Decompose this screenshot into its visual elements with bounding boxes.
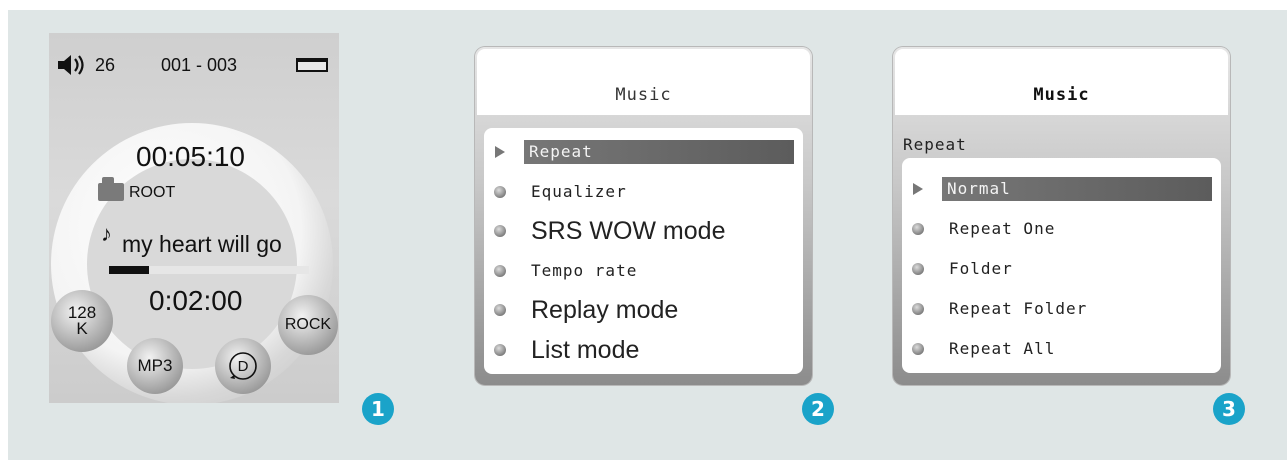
menu-title: Music [615, 85, 672, 105]
submenu-title: Music [1033, 85, 1090, 105]
repeat-option-item[interactable]: Folder [912, 257, 1212, 281]
selected-arrow-icon [495, 146, 505, 158]
now-playing-screen: 26 001 - 003 00:05:10 ROOT ♪ my heart wi… [49, 33, 339, 403]
d-label: D [238, 358, 249, 375]
bullet-icon [494, 343, 506, 356]
repeat-option-item-label: Normal [947, 179, 1011, 198]
step-badge-2: 2 [802, 393, 834, 425]
selected-arrow-icon [913, 183, 923, 195]
menu-item[interactable]: Repeat [494, 140, 794, 164]
menu-item-label: Replay mode [531, 296, 679, 324]
repeat-menu-screen: Music Repeat Normal Repeat One Folder Repea… [893, 47, 1230, 385]
menu-item[interactable]: Tempo rate [494, 259, 794, 283]
bullet-icon [912, 263, 924, 275]
progress-fill [109, 266, 149, 274]
menu-item-label: Repeat [529, 142, 593, 161]
bullet-icon [494, 304, 506, 316]
step-badge-3: 3 [1213, 393, 1245, 425]
repeat-option-item[interactable]: Repeat Folder [912, 297, 1212, 321]
format-button[interactable]: MP3 [127, 338, 183, 394]
elapsed-time: 00:05:10 [136, 141, 245, 172]
menu-item[interactable]: List mode [494, 335, 794, 364]
repeat-option-item[interactable]: Normal [912, 177, 1212, 201]
repeat-option-item[interactable]: Repeat One [912, 217, 1212, 241]
bullet-icon [494, 264, 506, 277]
equalizer-button[interactable]: ROCK [278, 295, 338, 355]
volume-level: 26 [95, 55, 116, 75]
d-button[interactable]: D [215, 338, 271, 394]
bullet-icon [494, 185, 506, 198]
total-time: 0:02:00 [149, 285, 243, 316]
repeat-option-item-label: Repeat All [949, 339, 1056, 358]
bitrate-unit: K [76, 319, 88, 338]
bullet-icon [912, 303, 924, 315]
loop-icon: D [229, 352, 257, 380]
progress-bar[interactable] [109, 266, 309, 274]
repeat-option-item-label: Repeat Folder [949, 299, 1088, 318]
submenu-subtitle: Repeat [903, 135, 967, 154]
song-title: my heart will go [122, 231, 282, 257]
repeat-options-list: Normal Repeat One Folder Repeat Folder Repea… [902, 158, 1221, 373]
folder-icon [98, 177, 124, 201]
track-counter: 001 - 003 [161, 55, 238, 75]
music-menu-screen: Music Repeat Equalizer SRS WOW mode Tempo r… [475, 47, 812, 385]
repeat-option-item-label: Folder [949, 259, 1013, 278]
bullet-icon [912, 223, 924, 235]
speaker-icon [58, 55, 84, 75]
menu-item[interactable]: Equalizer [494, 180, 794, 204]
bullet-icon [494, 225, 506, 237]
menu-item-label: List mode [531, 335, 640, 364]
folder-name: ROOT [129, 184, 176, 201]
menu-item-label: Tempo rate [531, 260, 638, 280]
bitrate-button[interactable]: 128 K [51, 290, 113, 352]
menu-item-label: Equalizer [531, 181, 627, 201]
menu-header: Music [477, 49, 810, 115]
music-note-icon: ♪ [101, 221, 112, 246]
repeat-option-item-label: Repeat One [949, 219, 1056, 238]
menu-item[interactable]: SRS WOW mode [494, 217, 794, 245]
submenu-header: Music [895, 49, 1228, 115]
menu-item[interactable]: Replay mode [494, 296, 794, 324]
battery-icon [296, 58, 328, 72]
step-badge-1: 1 [362, 393, 394, 425]
menu-list: Repeat Equalizer SRS WOW mode Tempo rate Rep… [484, 128, 803, 374]
menu-item-label: SRS WOW mode [531, 217, 726, 245]
repeat-option-item[interactable]: Repeat All [912, 337, 1212, 361]
bullet-icon [912, 343, 924, 355]
